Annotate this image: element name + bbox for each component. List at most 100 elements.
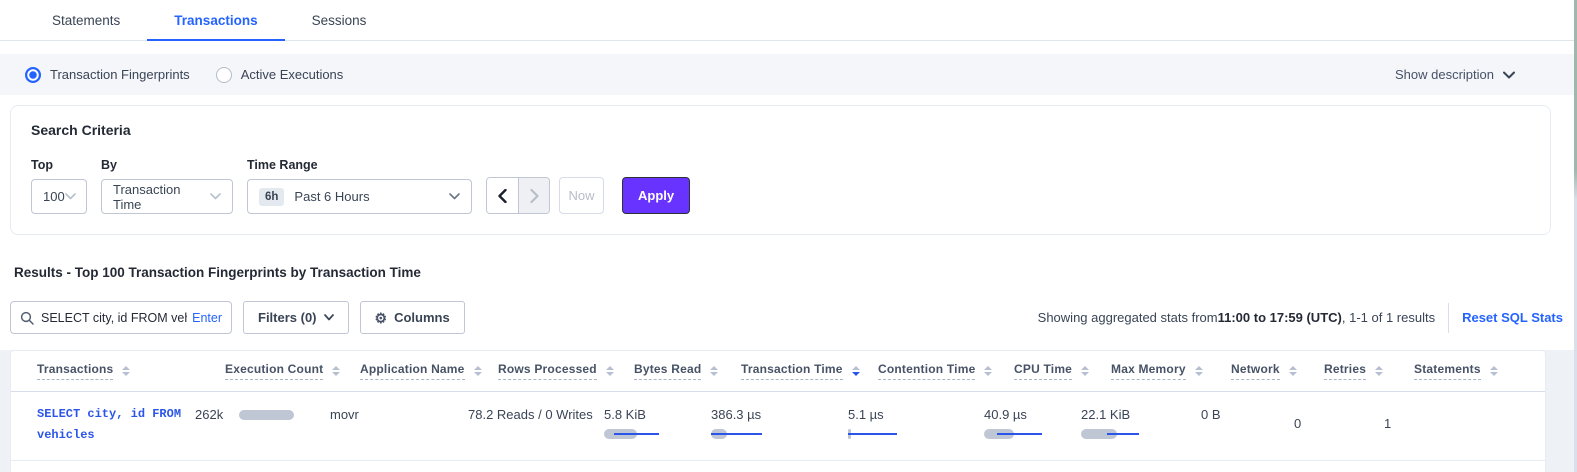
tab-bar: Statements Transactions Sessions: [0, 0, 1577, 41]
search-criteria-title: Search Criteria: [31, 122, 1530, 138]
gear-icon: ⚙: [375, 311, 388, 325]
cell-statements: 1: [1384, 404, 1464, 446]
time-prev-button[interactable]: [487, 178, 518, 213]
sort-icon[interactable]: [1081, 366, 1089, 377]
column-header-application-name[interactable]: Application Name: [360, 362, 498, 380]
sort-icon[interactable]: [1490, 366, 1498, 377]
top-field: Top 100: [31, 158, 87, 214]
top-select[interactable]: 100: [31, 179, 87, 214]
time-range-badge: 6h: [259, 188, 284, 206]
max-memory-bar: [1081, 429, 1139, 439]
divider: [1448, 303, 1449, 333]
column-header-statements[interactable]: Statements: [1414, 362, 1494, 380]
results-table: Transactions Execution Count Application…: [10, 350, 1546, 472]
cell-transaction-time: 386.3 µs: [711, 404, 848, 446]
radio-label: Transaction Fingerprints: [50, 67, 190, 82]
filters-label: Filters (0): [258, 310, 317, 325]
time-nav-group: [486, 177, 550, 214]
cell-bytes-read: 5.8 KiB: [604, 404, 711, 446]
column-header-transaction-time[interactable]: Transaction Time: [741, 362, 878, 380]
column-header-retries[interactable]: Retries: [1324, 362, 1414, 380]
column-header-transactions[interactable]: Transactions: [37, 362, 225, 380]
sort-icon[interactable]: [1375, 366, 1383, 377]
results-title: Results - Top 100 Transaction Fingerprin…: [14, 265, 1577, 280]
column-header-rows-processed[interactable]: Rows Processed: [498, 362, 634, 380]
results-toolbar: Enter Filters (0) ⚙ Columns Showing aggr…: [10, 301, 1563, 334]
radio-label: Active Executions: [241, 67, 344, 82]
time-range-field: Time Range 6h Past 6 Hours: [247, 158, 472, 214]
sort-icon[interactable]: [710, 366, 718, 377]
view-toggle-band: Transaction Fingerprints Active Executio…: [0, 54, 1577, 95]
apply-button[interactable]: Apply: [622, 177, 690, 214]
search-icon: [20, 311, 34, 325]
time-range-select[interactable]: 6h Past 6 Hours: [247, 179, 472, 214]
transaction-fingerprint-link[interactable]: SELECT city, id FROM vehicles: [37, 404, 195, 446]
column-header-contention-time[interactable]: Contention Time: [878, 362, 1014, 380]
sort-icon[interactable]: [332, 366, 340, 377]
columns-label: Columns: [394, 310, 450, 325]
chevron-down-icon: [65, 193, 76, 200]
sort-icon[interactable]: [1195, 366, 1203, 377]
sort-icon[interactable]: [474, 366, 482, 377]
sort-icon[interactable]: [1289, 366, 1297, 377]
results-table-band: Transactions Execution Count Application…: [0, 350, 1577, 472]
cell-contention-time: 5.1 µs: [848, 404, 984, 446]
show-description-toggle[interactable]: Show description: [1395, 67, 1515, 82]
radio-transaction-fingerprints[interactable]: Transaction Fingerprints: [25, 67, 190, 83]
cell-rows-processed: 78.2 Reads / 0 Writes: [468, 404, 604, 446]
time-range-label: Time Range: [247, 158, 472, 172]
cell-cpu-time: 40.9 µs: [984, 404, 1081, 446]
cell-execution-count: 262k: [195, 404, 330, 446]
now-button[interactable]: Now: [559, 177, 604, 214]
radio-active-executions[interactable]: Active Executions: [216, 67, 344, 83]
cell-network: 0 B: [1201, 404, 1294, 446]
columns-button[interactable]: ⚙ Columns: [360, 301, 465, 334]
column-header-bytes-read[interactable]: Bytes Read: [634, 362, 741, 380]
reset-sql-stats-link[interactable]: Reset SQL Stats: [1462, 310, 1563, 325]
chevron-down-icon: [210, 193, 221, 200]
column-header-max-memory[interactable]: Max Memory: [1111, 362, 1231, 380]
top-label: Top: [31, 158, 87, 172]
bytes-read-bar: [604, 429, 662, 439]
tab-statements[interactable]: Statements: [25, 0, 147, 40]
filters-button[interactable]: Filters (0): [243, 301, 349, 334]
sort-icon[interactable]: [984, 366, 992, 377]
column-header-execution-count[interactable]: Execution Count: [225, 362, 360, 380]
time-range-value: Past 6 Hours: [294, 189, 369, 204]
transaction-time-bar: [711, 429, 769, 439]
chevron-left-icon: [498, 189, 507, 203]
cpu-time-bar: [984, 429, 1042, 439]
sort-icon[interactable]: [606, 366, 614, 377]
tab-transactions[interactable]: Transactions: [147, 0, 284, 40]
show-description-label: Show description: [1395, 67, 1494, 82]
top-value: 100: [43, 189, 65, 204]
chevron-down-icon: [1503, 71, 1515, 79]
table-header-row: Transactions Execution Count Application…: [11, 351, 1545, 392]
column-header-network[interactable]: Network: [1231, 362, 1324, 380]
sort-icon[interactable]: [122, 366, 130, 377]
sort-icon[interactable]: [852, 366, 860, 377]
chevron-down-icon: [449, 193, 460, 200]
by-field: By Transaction Time: [101, 158, 233, 214]
time-next-button[interactable]: [518, 178, 549, 213]
stats-time-range: 11:00 to 17:59 (UTC): [1218, 310, 1342, 325]
cell-retries: 0: [1294, 404, 1384, 446]
chevron-down-icon: [324, 314, 334, 321]
chevron-right-icon: [530, 189, 539, 203]
execution-count-bar: [239, 410, 294, 420]
search-enter-hint: Enter: [192, 311, 222, 325]
by-label: By: [101, 158, 233, 172]
search-box: Enter: [10, 301, 232, 334]
column-header-cpu-time[interactable]: CPU Time: [1014, 362, 1111, 380]
cell-application-name: movr: [330, 404, 468, 446]
radio-selected-icon: [25, 67, 41, 83]
table-row: SELECT city, id FROM vehicles 262k movr …: [11, 392, 1545, 461]
aggregated-stats-text: Showing aggregated stats from 11:00 to 1…: [1038, 310, 1435, 325]
tab-sessions[interactable]: Sessions: [285, 0, 394, 40]
radio-unselected-icon: [216, 67, 232, 83]
search-criteria-card: Search Criteria Top 100 By Transaction T…: [10, 105, 1551, 235]
by-select[interactable]: Transaction Time: [101, 179, 233, 214]
cell-max-memory: 22.1 KiB: [1081, 404, 1201, 446]
search-input[interactable]: [41, 311, 187, 325]
by-value: Transaction Time: [113, 182, 210, 212]
